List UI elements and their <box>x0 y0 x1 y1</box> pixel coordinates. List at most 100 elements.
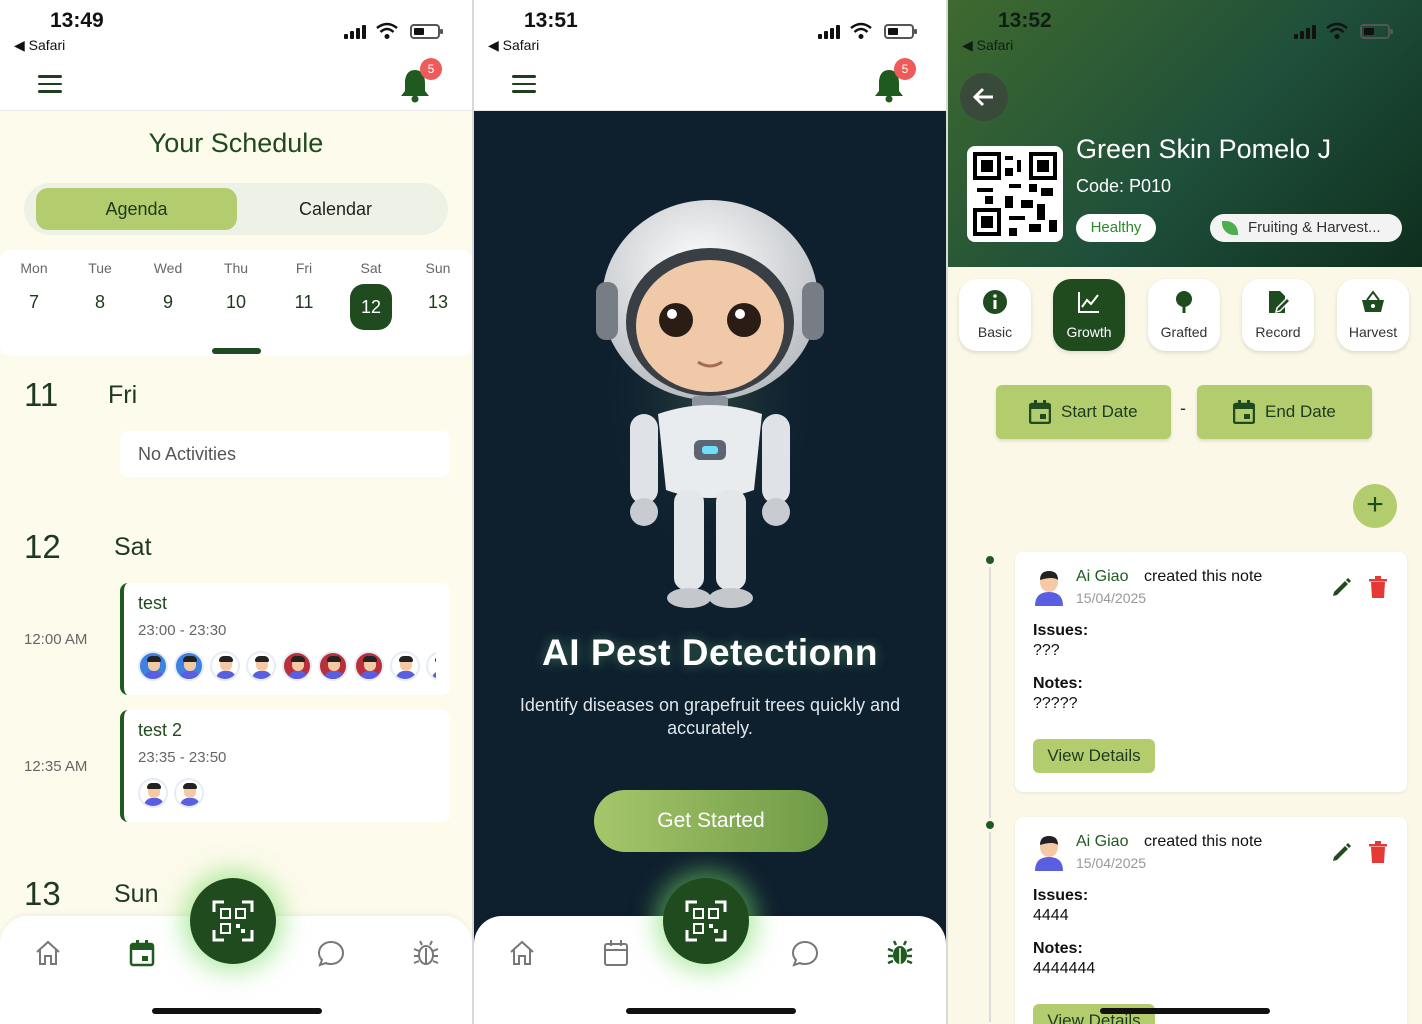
avatar <box>138 651 168 681</box>
status-time: 13:49 <box>50 9 104 32</box>
qr-code-icon <box>973 152 1057 236</box>
day-number: 12 <box>350 284 392 330</box>
avatar <box>426 651 436 681</box>
bug-icon[interactable] <box>411 938 441 968</box>
tab-agenda[interactable]: Agenda <box>36 188 237 230</box>
week-indicator[interactable] <box>212 348 261 354</box>
issues-value: ??? <box>1033 642 1060 659</box>
add-note-button[interactable]: + <box>1353 484 1397 528</box>
day-label: Sun <box>425 260 451 276</box>
menu-icon[interactable] <box>512 75 536 93</box>
timeline-dot <box>983 553 997 567</box>
delete-icon[interactable] <box>1369 841 1387 863</box>
notes-label: Notes: <box>1033 940 1083 957</box>
battery-icon <box>884 24 917 39</box>
tab-basic[interactable]: Basic <box>959 279 1031 351</box>
basket-icon <box>1362 290 1384 312</box>
day-number: 11 <box>294 292 314 312</box>
back-to-safari[interactable]: ◀ Safari <box>962 37 1013 54</box>
home-indicator <box>626 1008 796 1014</box>
start-date-label: Start Date <box>1061 402 1138 421</box>
tab-label: Harvest <box>1348 324 1398 340</box>
day-sun[interactable]: Sun 13 <box>413 260 463 313</box>
plant-name: Green Skin Pomelo J <box>1076 134 1332 164</box>
event-time-label: 12:35 AM <box>24 758 88 775</box>
scan-qr-button[interactable] <box>190 878 276 964</box>
tab-label: Basic <box>977 324 1013 340</box>
app-header: 5 <box>474 58 946 111</box>
home-indicator <box>1100 1008 1270 1014</box>
back-to-safari[interactable]: ◀ Safari <box>488 37 539 54</box>
date-number: 12 <box>24 528 61 565</box>
back-button[interactable] <box>960 73 1008 121</box>
tab-grafted[interactable]: Grafted <box>1148 279 1220 351</box>
issues-label: Issues: <box>1033 622 1089 639</box>
edit-icon[interactable] <box>1331 576 1353 598</box>
avatar <box>210 651 240 681</box>
day-sat-selected[interactable]: Sat 12 <box>346 260 396 330</box>
date-weekday: Fri <box>108 381 138 409</box>
participants <box>138 778 436 808</box>
home-icon[interactable] <box>507 938 537 968</box>
health-badge: Healthy <box>1076 214 1156 242</box>
day-mon[interactable]: Mon 7 <box>9 260 59 313</box>
back-to-safari[interactable]: ◀ Safari <box>14 37 65 54</box>
view-details-button[interactable]: View Details <box>1033 739 1155 773</box>
calendar-icon <box>1233 400 1255 424</box>
edit-icon[interactable] <box>1331 841 1353 863</box>
status-time: 13:52 <box>998 9 1052 32</box>
delete-icon[interactable] <box>1369 576 1387 598</box>
scan-qr-button[interactable] <box>663 878 749 964</box>
day-number: 13 <box>427 292 449 312</box>
info-icon <box>983 290 1007 314</box>
day-tue[interactable]: Tue 8 <box>75 260 125 313</box>
plant-qr-code <box>967 146 1063 242</box>
tab-growth[interactable]: Growth <box>1053 279 1125 351</box>
calendar-icon[interactable] <box>601 938 631 968</box>
chat-icon[interactable] <box>316 938 346 968</box>
issues-value: 4444 <box>1033 907 1069 924</box>
end-date-label: End Date <box>1265 402 1336 421</box>
tab-calendar[interactable]: Calendar <box>235 188 436 230</box>
note-date: 15/04/2025 <box>1076 590 1147 606</box>
tab-harvest[interactable]: Harvest <box>1337 279 1409 351</box>
note-date: 15/04/2025 <box>1076 855 1147 871</box>
calendar-icon[interactable] <box>127 938 157 968</box>
battery-icon <box>410 24 443 39</box>
day-wed[interactable]: Wed 9 <box>143 260 193 313</box>
bug-icon[interactable] <box>885 938 915 968</box>
day-thu[interactable]: Thu 10 <box>211 260 261 313</box>
tab-label: Record <box>1255 324 1301 340</box>
avatar <box>1035 571 1063 606</box>
event-card[interactable]: test 2 23:35 - 23:50 <box>120 710 450 822</box>
event-time-range: 23:00 - 23:30 <box>138 622 227 639</box>
page-title: Your Schedule <box>148 128 324 158</box>
chart-line-icon <box>1078 292 1099 313</box>
stage-label: Fruiting & Harvest... <box>1248 219 1381 236</box>
timeline-dot <box>983 818 997 832</box>
plant-detail-screen: 13:52 ◀ Safari Green Skin Pomelo J Code:… <box>948 0 1422 1024</box>
day-number: 7 <box>28 292 39 312</box>
start-date-button[interactable]: Start Date <box>996 385 1171 439</box>
signal-icon <box>818 25 842 39</box>
end-date-button[interactable]: End Date <box>1197 385 1372 439</box>
status-bar: 13:52 ◀ Safari <box>948 0 1422 58</box>
day-label: Tue <box>88 260 112 276</box>
schedule-screen: 13:49 ◀ Safari 5 Your Schedule Agenda Ca… <box>0 0 472 1024</box>
home-icon[interactable] <box>33 938 63 968</box>
chat-icon[interactable] <box>790 938 820 968</box>
wifi-icon <box>376 22 398 39</box>
tab-record[interactable]: Record <box>1242 279 1314 351</box>
tab-label: Growth <box>1066 324 1112 340</box>
menu-icon[interactable] <box>38 75 62 93</box>
date-weekday: Sun <box>114 880 159 908</box>
event-card[interactable]: test 23:00 - 23:30 <box>120 583 450 695</box>
view-details-button[interactable]: View Details <box>1033 1004 1155 1024</box>
get-started-button[interactable]: Get Started <box>594 790 828 852</box>
date-separator: - <box>1180 398 1186 418</box>
ai-pest-screen: 13:51 ◀ Safari 5 AI Pest Detectionn Iden… <box>474 0 946 1024</box>
note-card: Ai Giao created this note 15/04/2025 Iss… <box>1015 552 1407 792</box>
day-fri[interactable]: Fri 11 <box>279 260 329 313</box>
note-author: Ai Giao <box>1076 833 1129 850</box>
day-label: Sat <box>360 260 382 276</box>
